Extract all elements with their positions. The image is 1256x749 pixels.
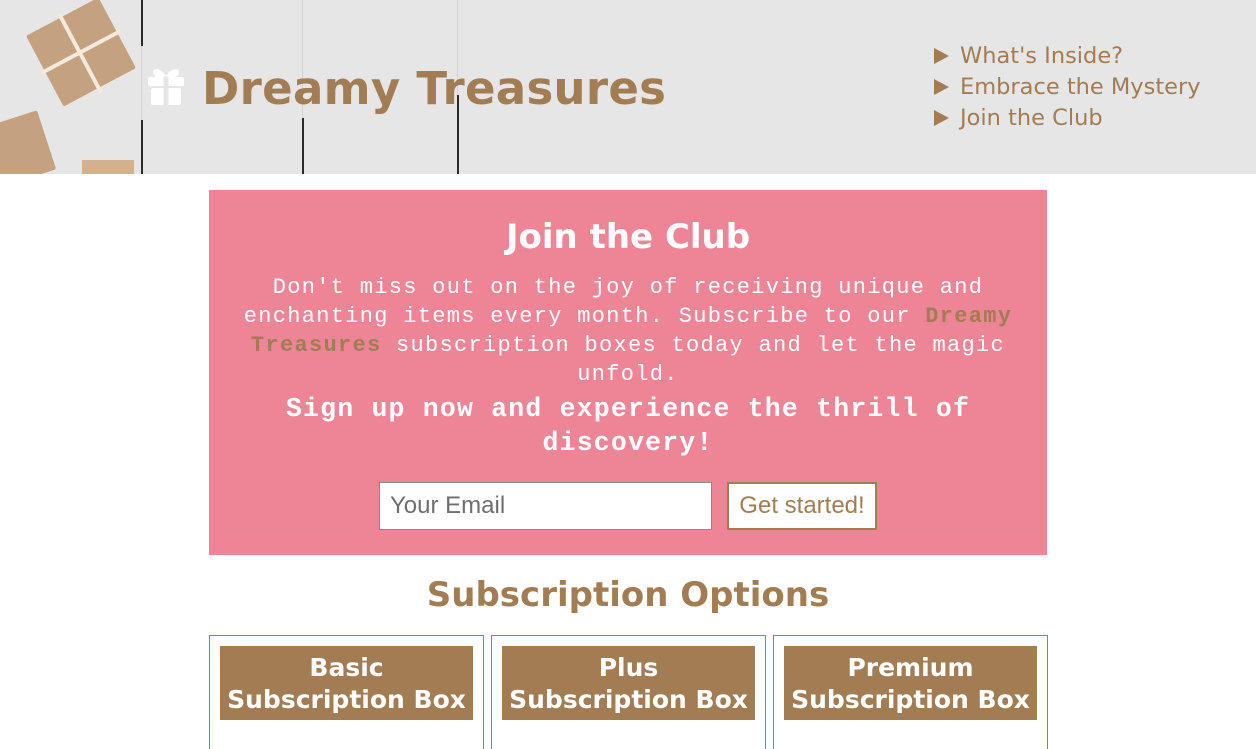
- card-heading: Plus Subscription Box: [502, 646, 755, 720]
- card-tier: Plus: [598, 653, 659, 682]
- subscription-card-basic[interactable]: Basic Subscription Box: [209, 635, 484, 749]
- subscription-cards: Basic Subscription Box Plus Subscription B…: [209, 635, 1048, 749]
- brand-title: Dreamy Treasures: [202, 61, 667, 115]
- join-text-start: Don't miss out on the joy of receiving u…: [243, 275, 984, 329]
- triangle-right-icon: [934, 47, 949, 64]
- plank-gap: [141, 0, 143, 46]
- card-subtitle: Subscription Box: [791, 685, 1030, 714]
- main-nav: What's Inside? Embrace the Mystery Join …: [934, 40, 1201, 133]
- triangle-right-icon: [934, 109, 949, 126]
- nav-item-label: Embrace the Mystery: [960, 73, 1201, 100]
- subscription-card-plus[interactable]: Plus Subscription Box: [491, 635, 766, 749]
- join-description: Don't miss out on the joy of receiving u…: [228, 273, 1028, 389]
- get-started-button[interactable]: Get started!: [727, 482, 877, 530]
- site-logo[interactable]: Dreamy Treasures: [146, 60, 666, 116]
- card-heading: Basic Subscription Box: [220, 646, 473, 720]
- join-text-end: subscription boxes today and let the mag…: [381, 333, 1006, 387]
- join-call-to-action: Sign up now and experience the thrill of…: [285, 394, 971, 458]
- subscription-card-premium[interactable]: Premium Subscription Box: [773, 635, 1048, 749]
- join-title: Join the Club: [505, 217, 751, 257]
- card-subtitle: Subscription Box: [227, 685, 466, 714]
- plank-gap: [141, 120, 143, 174]
- nav-item-embrace-mystery[interactable]: Embrace the Mystery: [934, 71, 1201, 102]
- card-tier: Basic: [309, 653, 384, 682]
- nav-item-label: What's Inside?: [960, 42, 1124, 69]
- card-subtitle: Subscription Box: [509, 685, 748, 714]
- triangle-right-icon: [934, 78, 949, 95]
- nav-item-whats-inside[interactable]: What's Inside?: [934, 40, 1201, 71]
- plank-gap: [302, 118, 304, 174]
- card-tier: Premium: [847, 653, 974, 682]
- card-heading: Premium Subscription Box: [784, 646, 1037, 720]
- nav-item-join-club[interactable]: Join the Club: [934, 102, 1201, 133]
- gift-icon: [146, 66, 186, 110]
- subscription-options-title: Subscription Options: [426, 575, 830, 615]
- join-club-panel: Join the Club Don't miss out on the joy …: [209, 190, 1047, 555]
- signup-form: Get started!: [379, 482, 877, 530]
- email-input[interactable]: [379, 482, 712, 530]
- nav-item-label: Join the Club: [960, 104, 1103, 131]
- site-header: Dreamy Treasures What's Inside? Embrace …: [0, 0, 1256, 174]
